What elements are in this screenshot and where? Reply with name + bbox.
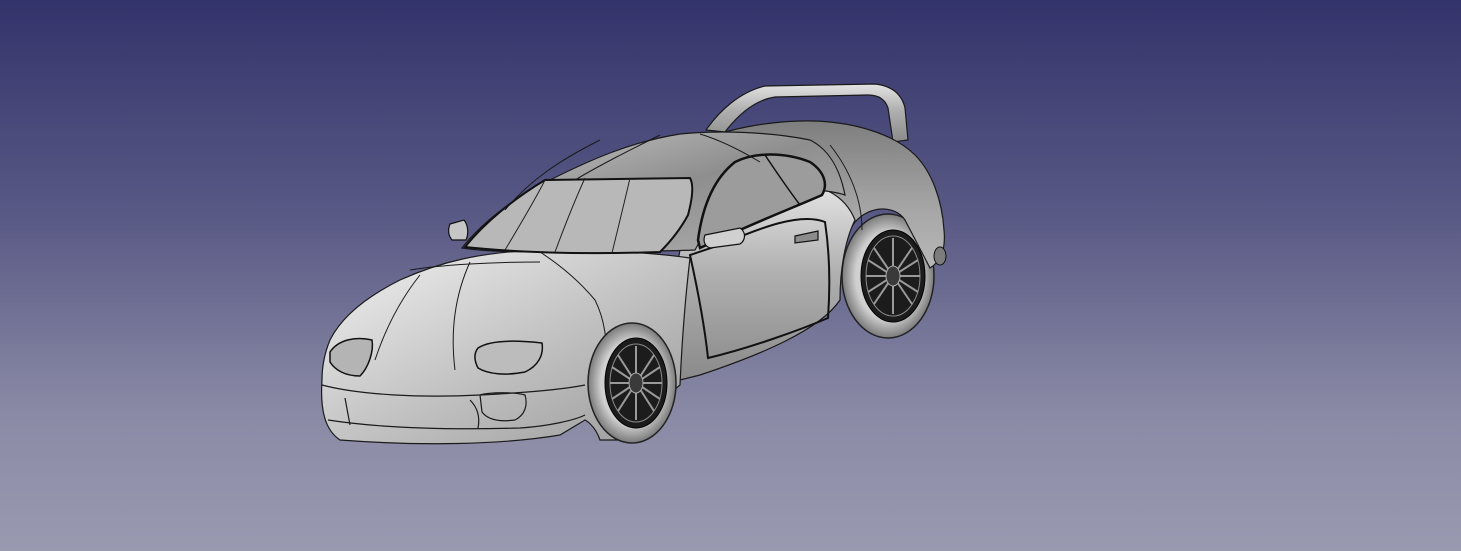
3d-viewport[interactable] (0, 0, 1461, 551)
left-mirror (448, 219, 469, 241)
car-3d-model[interactable] (0, 0, 1461, 551)
front-wheel[interactable] (587, 322, 677, 444)
windshield (463, 176, 694, 255)
exhaust (933, 246, 947, 266)
